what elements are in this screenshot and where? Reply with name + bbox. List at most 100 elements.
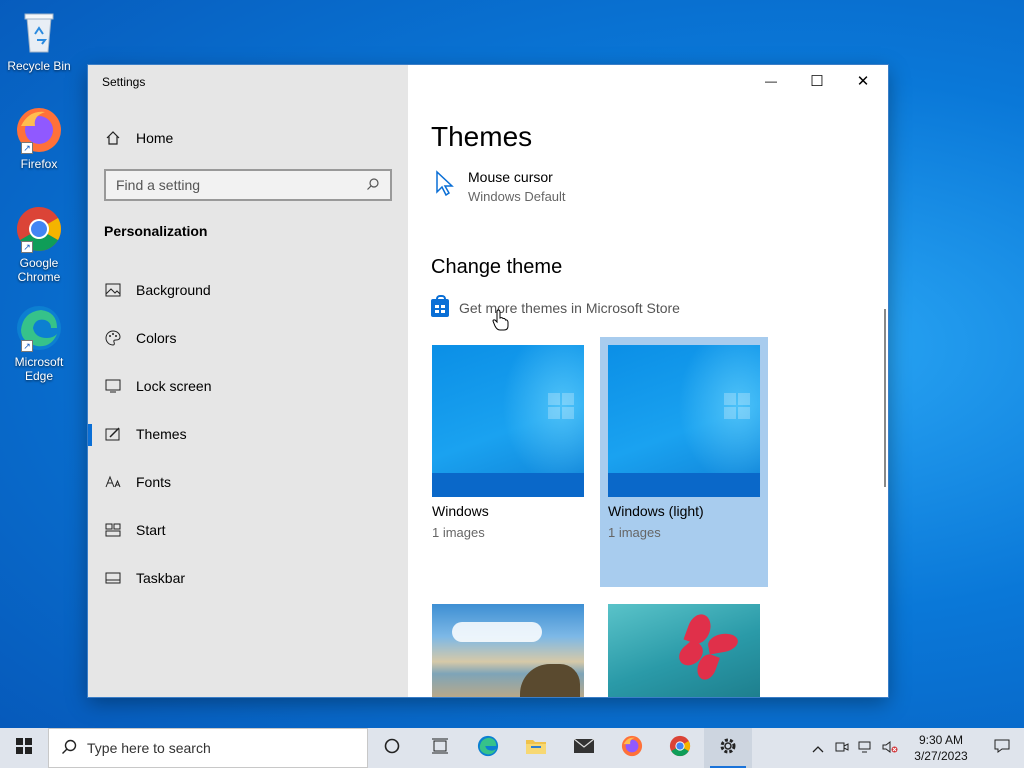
sidebar-item-label: Taskbar (136, 570, 186, 586)
notification-center-button[interactable] (980, 728, 1024, 768)
window-title: Settings (102, 75, 146, 89)
sidebar-item-label: Start (136, 522, 166, 538)
section-heading: Personalization (104, 223, 208, 239)
sidebar-item-label: Themes (136, 426, 187, 442)
sidebar-item-start[interactable]: Start (88, 510, 408, 550)
mouse-pointer-icon (492, 309, 510, 336)
firefox-icon: ↗ (15, 106, 63, 154)
theme-card-beach[interactable] (424, 596, 592, 697)
taskbar: Type here to search 9:30 AM 3/27/2023 (0, 728, 1024, 768)
maximize-button[interactable]: ☐ (794, 65, 840, 97)
settings-window: Settings Home Find a setting Personaliza… (88, 65, 888, 697)
firefox-icon (621, 735, 643, 762)
system-tray: 9:30 AM 3/27/2023 (806, 728, 1024, 768)
store-icon (431, 295, 449, 317)
network-icon[interactable] (854, 741, 878, 756)
theme-card-windows-light[interactable]: Windows (light) 1 images (600, 337, 768, 587)
cortana-icon (384, 738, 400, 759)
gear-icon (718, 736, 738, 761)
picture-icon (104, 281, 122, 299)
volume-muted-icon[interactable] (878, 740, 902, 756)
home-icon (104, 129, 122, 147)
sidebar-item-background[interactable]: Background (88, 270, 408, 310)
change-theme-heading: Change theme (431, 256, 563, 278)
taskbar-file-explorer[interactable] (512, 728, 560, 768)
sidebar-item-fonts[interactable]: Fonts (88, 462, 408, 502)
sidebar-item-colors[interactable]: Colors (88, 318, 408, 358)
desktop-icon-label: Google Chrome (17, 256, 61, 284)
themes-content-pane: — ☐ ✕ Themes Mouse cursor Windows Defaul… (408, 65, 888, 697)
desktop-icon-edge[interactable]: ↗ Microsoft Edge (4, 304, 74, 383)
taskbar-edge[interactable] (464, 728, 512, 768)
close-button[interactable]: ✕ (840, 65, 886, 97)
sidebar-item-label: Colors (136, 330, 177, 346)
minimize-button[interactable]: — (748, 65, 794, 97)
search-icon (366, 177, 380, 194)
task-view-icon (431, 738, 449, 759)
find-setting-search[interactable]: Find a setting (104, 169, 392, 201)
taskbar-search-placeholder: Type here to search (87, 740, 211, 756)
fonts-icon (104, 473, 122, 491)
page-title: Themes (431, 121, 533, 152)
desktop-icon-recycle-bin[interactable]: Recycle Bin (4, 8, 74, 73)
search-placeholder: Find a setting (116, 177, 201, 193)
theme-name: Windows (432, 503, 489, 519)
desktop-icon-firefox[interactable]: ↗ Firefox (4, 106, 74, 171)
clock-time: 9:30 AM (918, 733, 964, 747)
taskbar-chrome[interactable] (656, 728, 704, 768)
desktop-icon-label: Microsoft Edge (14, 355, 64, 383)
folder-icon (525, 737, 547, 760)
theme-thumbnail (608, 345, 760, 497)
nav-home[interactable]: Home (88, 118, 408, 158)
shortcut-arrow-icon: ↗ (21, 142, 33, 154)
mouse-cursor-value: Windows Default (468, 189, 566, 204)
sidebar-item-lock-screen[interactable]: Lock screen (88, 366, 408, 406)
mouse-cursor-link[interactable]: Mouse cursor (468, 169, 553, 185)
windows-logo-icon (548, 393, 574, 419)
cortana-button[interactable] (368, 728, 416, 768)
theme-card-flower[interactable] (600, 596, 768, 697)
theme-card-windows[interactable]: Windows 1 images (424, 337, 592, 587)
palette-icon (104, 329, 122, 347)
get-more-themes-link[interactable]: Get more themes in Microsoft Store (431, 295, 680, 317)
minimize-icon: — (765, 74, 777, 88)
edge-icon (477, 735, 499, 762)
taskbar-search-box[interactable]: Type here to search (48, 728, 368, 768)
close-icon: ✕ (856, 73, 870, 90)
chrome-icon (669, 735, 691, 762)
notification-icon (994, 739, 1010, 758)
start-icon (104, 521, 122, 539)
taskbar-settings[interactable] (704, 728, 752, 768)
mail-icon (573, 738, 595, 759)
theme-image-count: 1 images (432, 525, 485, 540)
edge-icon: ↗ (15, 304, 63, 352)
scrollbar[interactable] (884, 309, 886, 487)
chevron-up-icon[interactable] (806, 741, 830, 756)
sidebar-item-taskbar[interactable]: Taskbar (88, 558, 408, 598)
theme-thumbnail (608, 604, 760, 697)
settings-sidebar: Settings Home Find a setting Personaliza… (88, 65, 408, 697)
clock[interactable]: 9:30 AM 3/27/2023 (902, 732, 980, 764)
taskbar-icon (104, 569, 122, 587)
sidebar-item-themes[interactable]: Themes (88, 414, 408, 454)
desktop-icon-label: Recycle Bin (7, 59, 71, 73)
lock-screen-icon (104, 377, 122, 395)
shortcut-arrow-icon: ↗ (21, 241, 33, 253)
mouse-cursor-icon (435, 170, 455, 201)
shortcut-arrow-icon: ↗ (21, 340, 33, 352)
taskbar-firefox[interactable] (608, 728, 656, 768)
maximize-icon: ☐ (810, 73, 824, 90)
sidebar-item-label: Lock screen (136, 378, 212, 394)
meet-now-icon[interactable] (830, 741, 854, 756)
task-view-button[interactable] (416, 728, 464, 768)
desktop-icon-label: Firefox (20, 157, 58, 171)
chrome-icon: ↗ (15, 205, 63, 253)
theme-thumbnail (432, 345, 584, 497)
sidebar-item-label: Background (136, 282, 211, 298)
taskbar-mail[interactable] (560, 728, 608, 768)
recycle-bin-icon (15, 8, 63, 56)
theme-thumbnail (432, 604, 584, 697)
windows-start-icon (16, 737, 32, 759)
start-button[interactable] (0, 728, 48, 768)
desktop-icon-chrome[interactable]: ↗ Google Chrome (4, 205, 74, 284)
